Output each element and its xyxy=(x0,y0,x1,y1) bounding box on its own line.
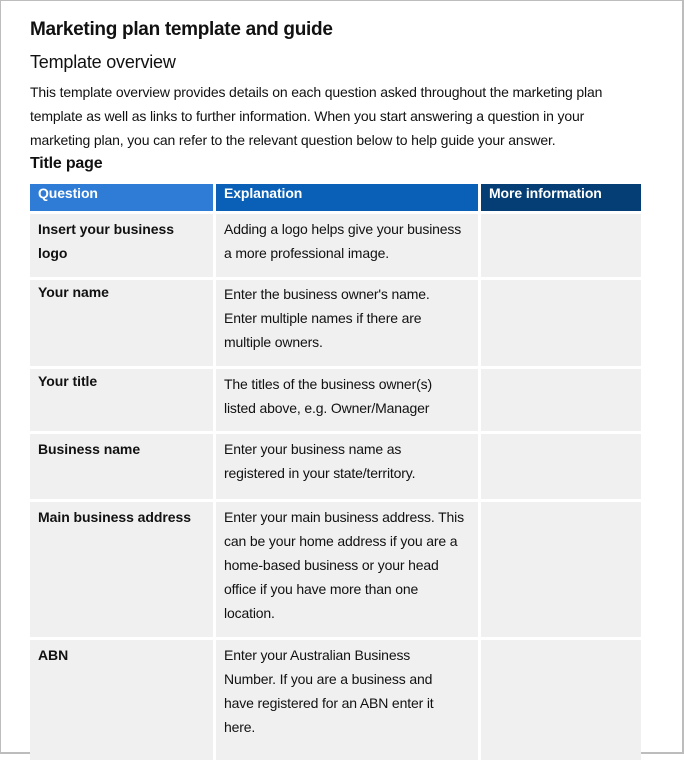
question-cell: Your title xyxy=(30,369,216,434)
table-row: Main business address Enter your main bu… xyxy=(30,502,641,640)
more-information-cell xyxy=(481,434,641,502)
explanation-text: registered in your state/territory. xyxy=(224,465,416,481)
explanation-text: listed above, e.g. Owner/Manager xyxy=(224,400,430,416)
question-text: logo xyxy=(38,245,68,261)
table-row: ABN Enter your Australian Business Numbe… xyxy=(30,640,641,760)
table-row: Your title The titles of the business ow… xyxy=(30,369,641,434)
question-text: Business name xyxy=(38,441,141,457)
explanation-text: Number. If you are a business and xyxy=(224,671,433,687)
explanation-text: Enter the business owner's name. xyxy=(224,286,430,302)
question-text: Insert your business xyxy=(38,221,174,237)
column-header-more-information: More information xyxy=(481,184,641,214)
explanation-text: Enter your Australian Business xyxy=(224,647,411,663)
table-row: Business name Enter your business name a… xyxy=(30,434,641,502)
question-text: Main business address xyxy=(38,509,192,525)
question-cell: Main business address xyxy=(30,502,216,640)
section-heading-title-page: Title page xyxy=(30,155,103,172)
document-subtitle: Template overview xyxy=(30,52,176,72)
explanation-text: office if you have more than one xyxy=(224,581,419,597)
explanation-text: multiple owners. xyxy=(224,334,323,350)
explanation-text: a more professional image. xyxy=(224,245,389,261)
question-text: ABN xyxy=(38,647,69,663)
explanation-cell: Adding a logo helps give your business a… xyxy=(216,214,481,280)
column-header-explanation: Explanation xyxy=(216,184,481,214)
explanation-cell: The titles of the business owner(s) list… xyxy=(216,369,481,434)
table-row: Your name Enter the business owner's nam… xyxy=(30,280,641,369)
intro-paragraph: This template overview provides details … xyxy=(30,80,640,152)
explanation-text: home-based business or your head xyxy=(224,557,439,573)
table-row: Insert your business logo Adding a logo … xyxy=(30,214,641,280)
explanation-text: Enter multiple names if there are xyxy=(224,310,422,326)
table-header-row: Question Explanation More information xyxy=(30,184,641,214)
more-information-cell xyxy=(481,369,641,434)
explanation-cell: Enter your Australian Business Number. I… xyxy=(216,640,481,760)
more-information-cell xyxy=(481,640,641,760)
question-guide-table: Question Explanation More information In… xyxy=(30,184,641,760)
explanation-text: have registered for an ABN enter it xyxy=(224,695,434,711)
column-header-question: Question xyxy=(30,184,216,214)
intro-line: This template overview provides details … xyxy=(30,84,603,100)
explanation-text: Enter your business name as xyxy=(224,441,402,457)
question-text: Your name xyxy=(38,284,109,300)
explanation-cell: Enter the business owner's name. Enter m… xyxy=(216,280,481,369)
question-cell: Your name xyxy=(30,280,216,369)
explanation-text: location. xyxy=(224,605,275,621)
question-cell: ABN xyxy=(30,640,216,760)
explanation-text: The titles of the business owner(s) xyxy=(224,376,432,392)
more-information-cell xyxy=(481,214,641,280)
question-cell: Insert your business logo xyxy=(30,214,216,280)
explanation-text: can be your home address if you are a xyxy=(224,533,458,549)
explanation-text: Enter your main business address. This xyxy=(224,509,464,525)
question-text: Your title xyxy=(38,373,98,389)
explanation-text: here. xyxy=(224,719,256,735)
intro-line: marketing plan, you can refer to the rel… xyxy=(30,132,556,148)
intro-line: template as well as links to further inf… xyxy=(30,108,585,124)
explanation-text: Adding a logo helps give your business xyxy=(224,221,462,237)
document-title: Marketing plan template and guide xyxy=(30,19,333,40)
more-information-cell xyxy=(481,502,641,640)
explanation-cell: Enter your main business address. This c… xyxy=(216,502,481,640)
more-information-cell xyxy=(481,280,641,369)
explanation-cell: Enter your business name as registered i… xyxy=(216,434,481,502)
question-cell: Business name xyxy=(30,434,216,502)
